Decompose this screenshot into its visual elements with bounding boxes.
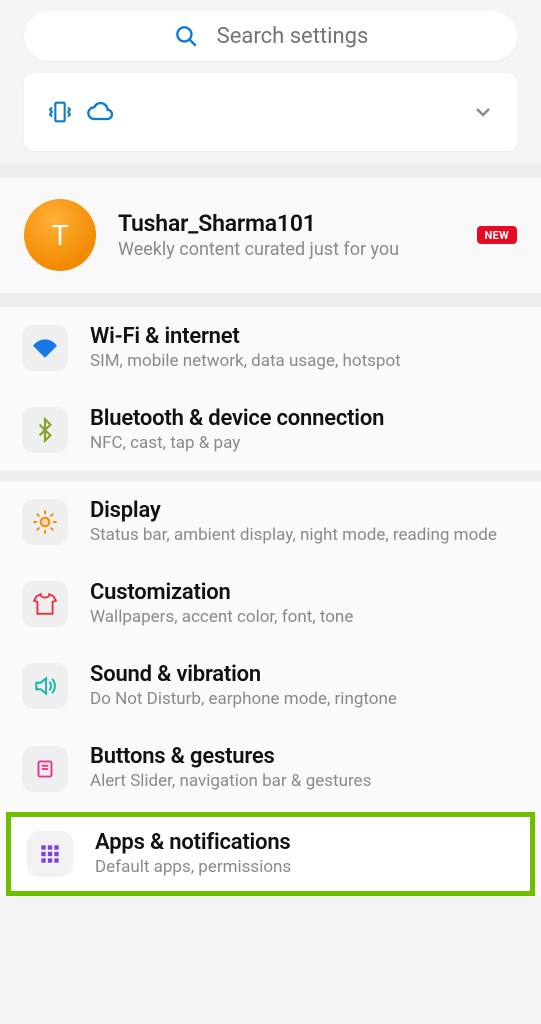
row-title: Apps & notifications [95,830,512,855]
search-settings-bar[interactable]: Search settings [24,11,517,61]
apps-grid-icon [37,841,63,867]
row-title: Buttons & gestures [90,744,517,769]
speaker-icon [32,673,58,699]
row-subtitle: Default apps, permissions [95,856,512,878]
avatar-initial: T [52,219,69,252]
row-title: Display [90,498,517,523]
new-badge: NEW [477,226,517,244]
row-subtitle: Status bar, ambient display, night mode,… [90,524,517,546]
search-placeholder: Search settings [217,24,369,49]
setting-row-buttons-gestures[interactable]: Buttons & gestures Alert Slider, navigat… [0,727,541,809]
vibrate-icon [46,98,74,126]
row-title: Bluetooth & device connection [90,406,517,431]
profile-subtitle: Weekly content curated just for you [118,239,455,260]
chevron-down-icon [471,100,495,124]
setting-row-display[interactable]: Display Status bar, ambient display, nig… [0,481,541,563]
bluetooth-icon [32,417,58,443]
brightness-icon [32,509,58,535]
setting-row-sound-vibration[interactable]: Sound & vibration Do Not Disturb, earpho… [0,645,541,727]
row-subtitle: SIM, mobile network, data usage, hotspot [90,350,517,372]
cloud-icon [86,98,114,126]
row-title: Customization [90,580,517,605]
row-subtitle: Alert Slider, navigation bar & gestures [90,770,517,792]
row-subtitle: NFC, cast, tap & pay [90,432,517,454]
search-icon [173,23,199,49]
row-subtitle: Do Not Disturb, earphone mode, ringtone [90,688,517,710]
avatar: T [24,199,96,271]
shirt-icon [32,591,58,617]
wifi-icon [32,335,58,361]
row-title: Sound & vibration [90,662,517,687]
row-title: Wi-Fi & internet [90,324,517,349]
quick-status-card[interactable] [24,73,517,151]
row-subtitle: Wallpapers, accent color, font, tone [90,606,517,628]
account-profile-row[interactable]: T Tushar_Sharma101 Weekly content curate… [0,177,541,293]
gesture-icon [32,756,58,782]
setting-row-customization[interactable]: Customization Wallpapers, accent color, … [0,563,541,645]
profile-name: Tushar_Sharma101 [118,210,455,237]
setting-row-apps-notifications[interactable]: Apps & notifications Default apps, permi… [6,812,535,896]
setting-row-bluetooth[interactable]: Bluetooth & device connection NFC, cast,… [0,389,541,471]
setting-row-wifi-internet[interactable]: Wi-Fi & internet SIM, mobile network, da… [0,307,541,389]
